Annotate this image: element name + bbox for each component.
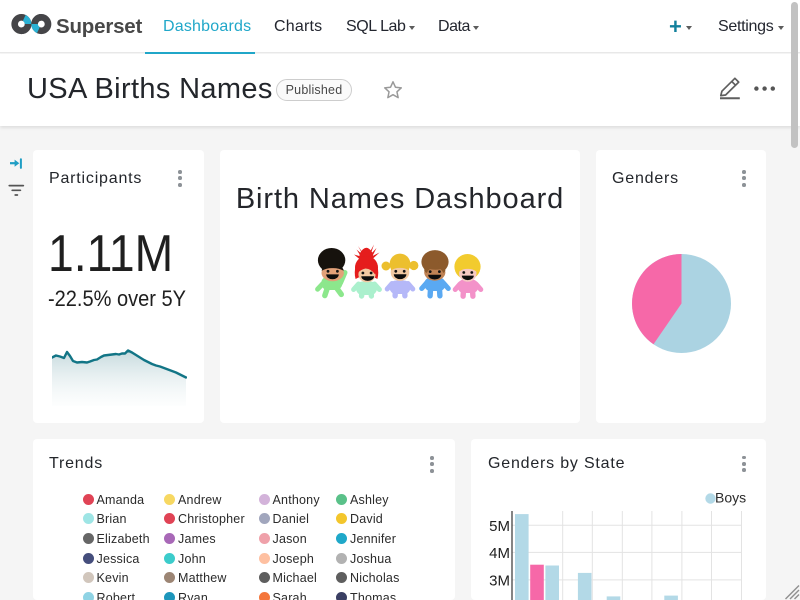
svg-text:3M: 3M [489,573,510,590]
svg-text:Boys: Boys [715,489,746,505]
svg-text:4M: 4M [489,545,510,562]
svg-text:5M: 5M [489,518,510,535]
